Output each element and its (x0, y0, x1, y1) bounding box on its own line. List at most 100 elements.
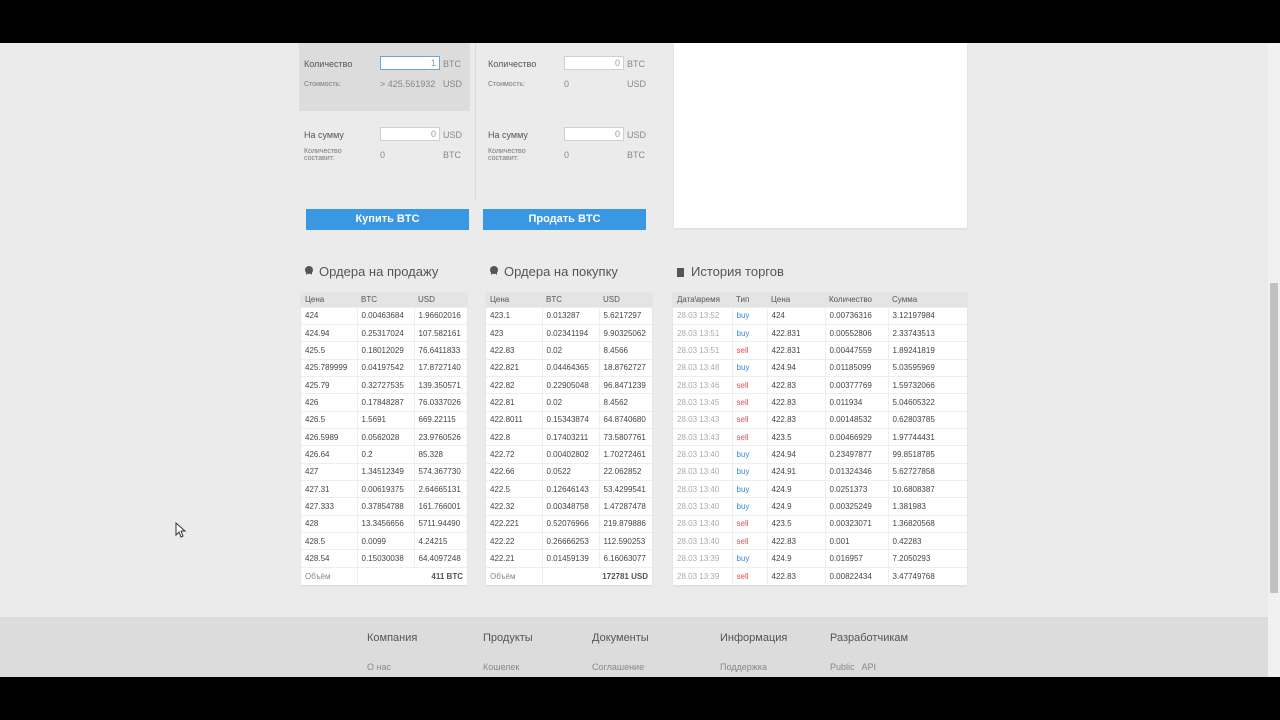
table-row: 422.8 0.17403211 73.5807761 (486, 427, 652, 446)
table-cell: 0.23497877 (825, 445, 889, 464)
table-cell: 0.013287 (542, 306, 600, 325)
table-cell: 426.64 (301, 445, 358, 464)
table-cell: 0.26666253 (542, 531, 600, 550)
footer-column: Документы Соглашение (592, 632, 649, 672)
table-cell: 0.001 (825, 531, 889, 550)
footer-link[interactable]: Кошелек (483, 662, 533, 672)
table-cell: 219.879886 (599, 514, 652, 533)
table-cell: 28.03 13:43 (673, 410, 733, 429)
table-cell: 28.03 13:39 (673, 566, 733, 585)
trade-type: sell (732, 341, 768, 360)
table-cell: 422.66 (486, 462, 543, 481)
table-row: 28.03 13:51 buy 422.831 0.00552806 2.3374351… (673, 323, 967, 342)
table-cell: 0.02 (542, 341, 600, 360)
footer-heading: Документы (592, 632, 649, 644)
table-row: 28.03 13:40 buy 424.94 0.23497877 99.8518785 (673, 445, 967, 464)
table-cell: 0.00552806 (825, 323, 889, 342)
table-row: 424 0.00463684 1.96602016 (301, 306, 467, 325)
table-cell: 28.03 13:45 (673, 393, 733, 412)
table-row: 28.03 13:43 sell 422.83 0.00148532 0.6280378… (673, 410, 967, 429)
table-row: 422.21 0.01459139 6.16063077 (486, 549, 652, 568)
table-row: 425.79 0.32727535 139.350571 (301, 375, 467, 394)
medal-icon (304, 265, 314, 278)
sell-qty-label: Количество (488, 59, 537, 69)
table-cell: 0.00466929 (825, 427, 889, 446)
footer-link[interactable]: Public API (830, 662, 908, 672)
trade-history-title-text: История торгов (691, 264, 784, 279)
table-cell: 422.21 (486, 549, 543, 568)
table-cell: 424.94 (301, 323, 358, 342)
sell-sum-input[interactable]: 0 (564, 127, 624, 141)
trade-type: buy (732, 323, 768, 342)
table-cell: 5711.94490 (414, 514, 467, 533)
table-cell: 1.34512349 (357, 462, 415, 481)
table-cell: 0.00348758 (542, 497, 600, 516)
volume-row: Объём 172781 USD (486, 566, 652, 585)
buy-cost-label: Стоимость: (304, 81, 341, 88)
buy-qty-input[interactable]: 1 (380, 56, 440, 70)
table-cell: 0.52076966 (542, 514, 600, 533)
table-row: 28.03 13:40 sell 422.83 0.001 0.42283 (673, 531, 967, 550)
trade-type: sell (732, 514, 768, 533)
table-cell: 428 (301, 514, 358, 533)
table-cell: 22.062852 (599, 462, 652, 481)
column-header: BTC (542, 292, 599, 307)
footer-link[interactable]: О нас (367, 662, 417, 672)
table-header-row: Дата\время Тип Цена Количество Сумма (673, 292, 967, 307)
table-cell: 5.04605322 (888, 393, 967, 412)
table-cell: 0.0522 (542, 462, 600, 481)
table-cell: 0.00377769 (825, 375, 889, 394)
column-header: USD (414, 292, 467, 307)
table-cell: 76.6411833 (414, 341, 467, 360)
table-cell: 422.83 (486, 341, 543, 360)
sell-qty-input[interactable]: 0 (564, 56, 624, 70)
mouse-cursor-icon (175, 522, 187, 538)
table-cell: 96.8471239 (599, 375, 652, 394)
trade-type: sell (732, 427, 768, 446)
table-cell: 422.821 (486, 358, 543, 377)
footer-link[interactable]: Соглашение (592, 662, 649, 672)
table-cell: 422.83 (767, 393, 826, 412)
table-cell: 139.350571 (414, 375, 467, 394)
column-header: Количество (825, 292, 888, 307)
form-divider (475, 43, 476, 201)
table-row: 28.03 13:51 sell 422.831 0.00447559 1.892418… (673, 341, 967, 360)
table-cell: 28.03 13:48 (673, 358, 733, 377)
sell-btc-button[interactable]: Продать BTC (483, 209, 646, 230)
table-cell: 76.0337026 (414, 393, 467, 412)
buy-btc-button[interactable]: Купить BTC (306, 209, 469, 230)
footer-link[interactable]: Поддержка (720, 662, 787, 672)
table-cell: 9.90325062 (599, 323, 652, 342)
table-cell: 424 (301, 306, 358, 325)
table-cell: 424.94 (767, 445, 826, 464)
table-cell: 669.22115 (414, 410, 467, 429)
buy-sum-input[interactable]: 0 (380, 127, 440, 141)
table-row: 28.03 13:46 sell 422.83 0.00377769 1.5973206… (673, 375, 967, 394)
sell-amount-unit: BTC (627, 150, 645, 160)
table-cell: 422.32 (486, 497, 543, 516)
sell-qty-unit: BTC (627, 59, 645, 69)
site-footer: Компания О нас Продукты Кошелек Документ… (0, 617, 1268, 677)
table-cell: 0.0099 (357, 531, 415, 550)
volume-value: 411 BTC (357, 566, 467, 585)
table-cell: 0.62803785 (888, 410, 967, 429)
vertical-scrollbar[interactable] (1268, 43, 1280, 677)
sell-cost-label: Стоимость: (488, 81, 525, 88)
table-cell: 0.17848287 (357, 393, 415, 412)
table-cell: 428.5 (301, 531, 358, 550)
table-cell: 99.8518785 (888, 445, 967, 464)
table-cell: 28.03 13:40 (673, 462, 733, 481)
table-cell: 423.1 (486, 306, 543, 325)
table-row: 426.5 1.5691 669.22115 (301, 410, 467, 429)
scrollbar-thumb[interactable] (1270, 283, 1278, 593)
table-cell: 0.01185099 (825, 358, 889, 377)
table-cell: 28.03 13:40 (673, 479, 733, 498)
table-row: 28.03 13:43 sell 423.5 0.00466929 1.97744431 (673, 427, 967, 446)
buy-orders-title: Ордера на покупку (489, 264, 618, 279)
trade-type: buy (732, 445, 768, 464)
table-cell: 0.02341194 (542, 323, 600, 342)
table-cell: 0.00463684 (357, 306, 415, 325)
column-header: Сумма (888, 292, 967, 307)
table-cell: 28.03 13:39 (673, 549, 733, 568)
volume-label: Объём (301, 566, 358, 585)
